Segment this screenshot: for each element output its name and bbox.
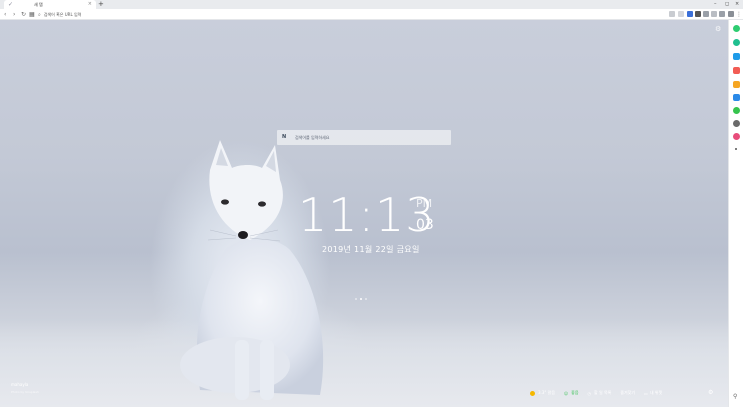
widget-shortcut[interactable]: ▭ 내 위젯 bbox=[644, 390, 662, 396]
tab-title: 새 탭 bbox=[34, 1, 43, 7]
date-label: 2019년 11월 22일 금요일 bbox=[322, 245, 420, 254]
more-icon[interactable] bbox=[735, 148, 737, 150]
settings-icon[interactable]: ⚙ bbox=[715, 25, 723, 33]
bottom-widgets: 3.3° 맑음 ☺ 좋음 ◷ 할 일 목록 즐겨찾기 ▭ 내 위젯 bbox=[530, 388, 671, 398]
bookmarks-shortcut[interactable]: 즐겨찾기 bbox=[620, 390, 635, 396]
sun-icon bbox=[530, 390, 535, 396]
minimize-icon[interactable]: – bbox=[714, 0, 717, 9]
new-tab-button[interactable]: + bbox=[98, 0, 104, 9]
sidebar-app-icon[interactable] bbox=[733, 67, 740, 74]
extension-icon[interactable] bbox=[703, 11, 709, 17]
sidebar-app-icon[interactable] bbox=[733, 120, 740, 127]
page-indicator bbox=[355, 298, 367, 300]
widget-label: 내 위젯 bbox=[649, 390, 663, 395]
tab-favicon-icon: ✓ bbox=[8, 0, 14, 8]
bookmarks-label: 즐겨찾기 bbox=[620, 390, 636, 395]
search-placeholder: 검색어를 입력하세요 bbox=[295, 134, 330, 140]
widget-icon: ▭ bbox=[644, 390, 648, 396]
arctic-fox-image bbox=[180, 140, 324, 400]
page-dot[interactable] bbox=[365, 298, 367, 300]
pin-icon[interactable]: ⚲ bbox=[733, 393, 737, 400]
sidebar-app-icon[interactable] bbox=[733, 107, 740, 114]
sidebar-app-icon[interactable] bbox=[733, 25, 740, 32]
clock-ampm: PM bbox=[416, 197, 433, 210]
address-bar[interactable]: ⌕ 검색어 혹은 URL 입력 bbox=[38, 10, 188, 19]
weather-widget[interactable]: 3.3° 맑음 bbox=[530, 390, 555, 396]
sidebar-app-icon[interactable] bbox=[733, 94, 740, 101]
todo-shortcut[interactable]: ◷ 할 일 목록 bbox=[588, 390, 612, 396]
sidebar-toggle-icon[interactable] bbox=[728, 11, 734, 17]
profile-icon[interactable] bbox=[719, 11, 725, 17]
tab-active[interactable]: ✓ 새 탭 × bbox=[4, 0, 96, 9]
right-sidebar: ⚲ bbox=[728, 20, 743, 407]
page-dot-active[interactable] bbox=[360, 298, 362, 300]
page-dot[interactable] bbox=[355, 298, 357, 300]
star-icon[interactable] bbox=[678, 11, 684, 17]
maximize-icon[interactable]: ◻ bbox=[725, 0, 729, 9]
settings-icon[interactable]: ⚙ bbox=[708, 389, 713, 396]
photo-author: mahayla bbox=[11, 382, 29, 387]
menu-icon[interactable]: ⋮ bbox=[736, 10, 742, 19]
clock-hours-minutes: 11:13 bbox=[298, 188, 436, 242]
weather-text: 3.3° 맑음 bbox=[538, 390, 555, 395]
back-icon[interactable]: ‹ bbox=[4, 10, 6, 19]
forward-icon[interactable]: › bbox=[13, 10, 15, 19]
search-box[interactable]: N 검색어를 입력하세요 bbox=[277, 130, 451, 145]
clock-icon: ◷ bbox=[587, 390, 592, 396]
reload-icon[interactable]: ↻ bbox=[21, 10, 26, 19]
sidebar-app-icon[interactable] bbox=[733, 133, 740, 140]
extension-icon[interactable] bbox=[695, 11, 701, 17]
toolbar: ‹ › ↻ ▦ ⌕ 검색어 혹은 URL 입력 ⋮ bbox=[0, 9, 743, 20]
tab-close-icon[interactable]: × bbox=[88, 1, 92, 7]
air-quality-text: 좋음 bbox=[571, 390, 579, 395]
air-quality-widget[interactable]: ☺ 좋음 bbox=[564, 390, 579, 396]
download-icon[interactable] bbox=[711, 11, 717, 17]
apps-icon[interactable]: ▦ bbox=[29, 10, 35, 19]
clock-seconds: 03 bbox=[416, 217, 434, 233]
sidebar-app-icon[interactable] bbox=[733, 53, 740, 60]
search-icon: ⌕ bbox=[38, 11, 41, 18]
extension-icon[interactable] bbox=[687, 11, 693, 17]
todo-label: 할 일 목록 bbox=[594, 390, 612, 395]
clock: 11:13 bbox=[298, 190, 436, 240]
leaf-icon: ☺ bbox=[564, 390, 569, 396]
extension-icon[interactable] bbox=[669, 11, 675, 17]
sidebar-app-icon[interactable] bbox=[733, 81, 740, 88]
tab-strip: ✓ 새 탭 × + – ◻ × bbox=[0, 0, 743, 9]
new-tab-page: ⚙ N 검색어를 입력하세요 11:13 PM 03 2019년 11월 22일… bbox=[0, 20, 728, 407]
sidebar-app-icon[interactable] bbox=[733, 39, 740, 46]
photo-credit: mahayla Photo by Unsplash bbox=[11, 382, 39, 394]
address-placeholder: 검색어 혹은 URL 입력 bbox=[43, 11, 82, 17]
naver-logo-icon: N bbox=[282, 134, 287, 140]
photo-source: Photo by Unsplash bbox=[11, 390, 39, 394]
close-window-icon[interactable]: × bbox=[735, 0, 739, 9]
